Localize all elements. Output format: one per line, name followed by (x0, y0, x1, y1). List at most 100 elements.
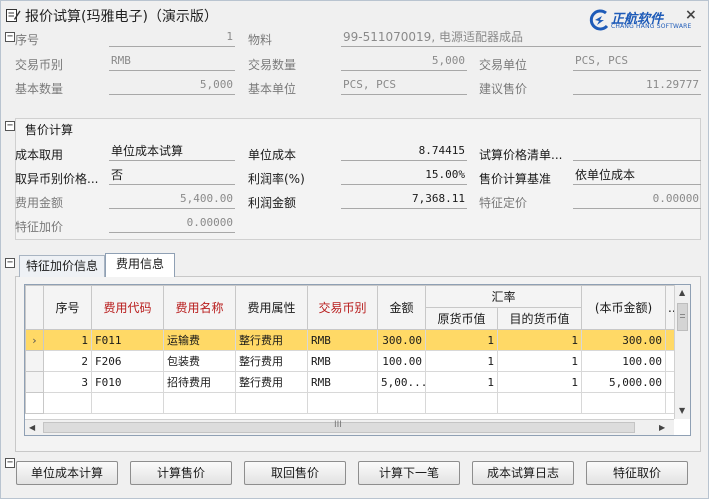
scroll-right-arrow-icon[interactable]: ▶ (659, 424, 665, 432)
logo-mark-icon (589, 9, 609, 31)
suggest-price-field[interactable]: 11.29777 (573, 77, 701, 95)
cell-expense-code[interactable]: F206 (91, 350, 164, 372)
cell-amount[interactable]: 5,00... (377, 371, 426, 393)
cell-currency[interactable]: RMB (307, 371, 378, 393)
vertical-scroll-thumb[interactable] (677, 303, 688, 331)
header-collapse-toggle[interactable]: − (5, 32, 15, 42)
col-header-target-currency[interactable]: 目的货币值 (496, 307, 583, 330)
unit-cost-field[interactable]: 8.74415 (341, 143, 467, 161)
cell-seq[interactable]: 1 (43, 329, 92, 351)
tabs-collapse-toggle[interactable]: − (5, 258, 15, 268)
trade-qty-field[interactable]: 5,000 (341, 53, 467, 71)
edit-document-icon (6, 9, 21, 22)
cell-orig-currency[interactable]: 1 (425, 329, 498, 351)
cell-target-currency[interactable]: 1 (496, 371, 583, 393)
quote-trial-window: 报价试算(玛雅电子)（演示版） 正航软件 CHANG HANG SOFTWARE… (0, 0, 709, 499)
cell-currency[interactable]: RMB (307, 329, 378, 351)
cell-expense-attr[interactable]: 整行费用 (235, 329, 308, 351)
table-row[interactable]: 2 F206 包装费 整行费用 RMB 100.00 1 1 100.00 (25, 350, 676, 372)
feature-price-button[interactable]: 特征取价 (586, 461, 688, 485)
cell-amount[interactable]: 300.00 (377, 329, 426, 351)
trade-unit-field[interactable]: PCS, PCS (573, 53, 701, 71)
unit-cost-calc-button[interactable]: 单位成本计算 (16, 461, 118, 485)
suggest-price-label: 建议售价 (479, 82, 528, 96)
expense-grid: 序号 费用代码 费用名称 费用属性 交易币别 金额 汇率 (本币金额) ... … (24, 284, 691, 436)
expense-amount-field[interactable]: 5,400.00 (109, 191, 235, 209)
grid-vertical-scrollbar[interactable]: ▲ ▼ (674, 285, 690, 419)
cell-expense-attr[interactable]: 整行费用 (235, 371, 308, 393)
diff-currency-field[interactable]: 否 (109, 167, 235, 185)
col-header-orig-currency[interactable]: 原货币值 (425, 307, 498, 330)
cell-orig-currency[interactable]: 1 (425, 371, 498, 393)
col-header-expense-code[interactable]: 费用代码 (91, 285, 164, 330)
base-unit-label: 基本单位 (248, 82, 297, 96)
trade-qty-label: 交易数量 (248, 58, 297, 72)
calc-next-button[interactable]: 计算下一笔 (358, 461, 460, 485)
cell-expense-name[interactable]: 包装费 (163, 350, 236, 372)
cell-expense-name[interactable]: 运输费 (163, 329, 236, 351)
expense-table: 序号 费用代码 费用名称 费用属性 交易币别 金额 汇率 (本币金额) ... … (25, 285, 676, 414)
cost-source-field[interactable]: 单位成本试算 (109, 143, 235, 161)
table-row[interactable]: 3 F010 招待费用 整行费用 RMB 5,00... 1 1 5,000.0… (25, 371, 676, 393)
cell-local-amount[interactable]: 100.00 (581, 350, 667, 372)
grid-horizontal-scrollbar[interactable]: ◀ III ▶ (25, 419, 674, 435)
cell-expense-attr[interactable]: 整行费用 (235, 350, 308, 372)
cell-seq[interactable]: 2 (43, 350, 92, 372)
col-header-currency[interactable]: 交易币别 (307, 285, 378, 330)
footer-collapse-toggle[interactable]: − (5, 458, 15, 468)
col-header-expense-attr[interactable]: 费用属性 (235, 285, 308, 330)
profit-amount-field[interactable]: 7,368.11 (341, 191, 467, 209)
calc-collapse-toggle[interactable]: − (5, 121, 15, 131)
cell-target-currency[interactable]: 1 (496, 329, 583, 351)
scroll-left-arrow-icon[interactable]: ◀ (29, 424, 35, 432)
cell-currency[interactable]: RMB (307, 350, 378, 372)
unit-cost-label: 单位成本 (248, 148, 297, 162)
retrieve-price-button[interactable]: 取回售价 (244, 461, 346, 485)
row-indicator[interactable] (25, 371, 44, 393)
base-qty-label: 基本数量 (15, 82, 64, 96)
cell-target-currency[interactable]: 1 (496, 350, 583, 372)
price-list-field[interactable] (573, 143, 701, 161)
calc-price-button[interactable]: 计算售价 (130, 461, 232, 485)
seq-field[interactable]: 1 (109, 29, 235, 47)
seq-label: 序号 (15, 33, 40, 47)
row-indicator[interactable] (25, 350, 44, 372)
profit-amount-label: 利润金额 (248, 196, 297, 210)
cell-amount[interactable]: 100.00 (377, 350, 426, 372)
diff-currency-label[interactable]: 取异币别价格... (15, 170, 98, 187)
window-title: 报价试算(玛雅电子)（演示版） (25, 9, 218, 25)
base-qty-field[interactable]: 5,000 (109, 77, 235, 95)
close-button[interactable]: × (685, 7, 697, 23)
table-row-empty[interactable] (25, 392, 676, 414)
col-header-local-amount[interactable]: (本币金额) (581, 285, 667, 330)
cell-seq[interactable]: 3 (43, 371, 92, 393)
cell-local-amount[interactable]: 300.00 (581, 329, 667, 351)
cell-expense-name[interactable]: 招待费用 (163, 371, 236, 393)
price-basis-field[interactable]: 依单位成本 (573, 167, 701, 185)
horizontal-scroll-thumb[interactable]: III (43, 420, 635, 433)
cell-orig-currency[interactable]: 1 (425, 350, 498, 372)
price-list-label[interactable]: 试算价格清单... (479, 146, 562, 163)
currency-field[interactable]: RMB (109, 53, 235, 71)
cell-expense-code[interactable]: F010 (91, 371, 164, 393)
cell-expense-code[interactable]: F011 (91, 329, 164, 351)
currency-label: 交易币别 (15, 58, 64, 72)
cell-local-amount[interactable]: 5,000.00 (581, 371, 667, 393)
row-indicator[interactable]: › (25, 329, 44, 351)
col-header-expense-name[interactable]: 费用名称 (163, 285, 236, 330)
base-unit-field[interactable]: PCS, PCS (341, 77, 467, 95)
feature-price-field[interactable]: 0.00000 (573, 191, 701, 209)
scroll-down-arrow-icon[interactable]: ▼ (679, 407, 685, 415)
scroll-up-arrow-icon[interactable]: ▲ (679, 289, 685, 297)
cost-log-button[interactable]: 成本试算日志 (472, 461, 574, 485)
col-header-amount[interactable]: 金额 (377, 285, 426, 330)
table-row[interactable]: › 1 F011 运输费 整行费用 RMB 300.00 1 1 300.00 (25, 329, 676, 351)
tab-feature-markup-info[interactable]: 特征加价信息 (19, 255, 105, 277)
col-header-exchange-rate[interactable]: 汇率 (424, 285, 583, 308)
tab-expense-info[interactable]: 费用信息 (105, 253, 175, 277)
feature-markup-field[interactable]: 0.00000 (109, 215, 235, 233)
col-header-seq[interactable]: 序号 (43, 285, 92, 330)
material-field[interactable]: 99-511070019, 电源适配器成品 (341, 29, 701, 47)
profit-rate-field[interactable]: 15.00% (341, 167, 467, 185)
price-basis-label: 售价计算基准 (479, 172, 552, 186)
